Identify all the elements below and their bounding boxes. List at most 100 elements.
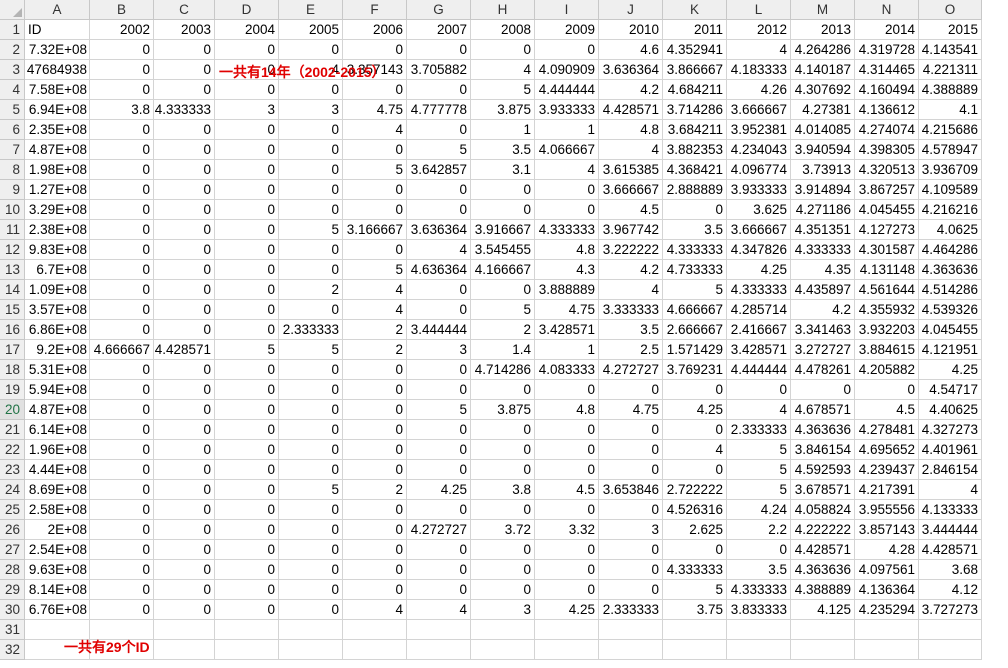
- cell-L25[interactable]: 4.24: [727, 500, 791, 520]
- cell-H16[interactable]: 2: [471, 320, 535, 340]
- cell-D18[interactable]: 0: [215, 360, 279, 380]
- cell-J7[interactable]: 4: [599, 140, 663, 160]
- cell-J21[interactable]: 0: [599, 420, 663, 440]
- cell-O17[interactable]: 4.121951: [919, 340, 982, 360]
- cell-K21[interactable]: 0: [663, 420, 727, 440]
- cell-E13[interactable]: 0: [279, 260, 343, 280]
- cell-M23[interactable]: 4.592593: [791, 460, 855, 480]
- cell-C26[interactable]: 0: [154, 520, 215, 540]
- column-header-C[interactable]: C: [154, 0, 215, 20]
- cell-H10[interactable]: 0: [471, 200, 535, 220]
- cell-D14[interactable]: 0: [215, 280, 279, 300]
- cell-H30[interactable]: 3: [471, 600, 535, 620]
- cell-L20[interactable]: 4: [727, 400, 791, 420]
- cell-E1[interactable]: 2005: [279, 20, 343, 40]
- cell-L3[interactable]: 4.183333: [727, 60, 791, 80]
- cell-G1[interactable]: 2007: [407, 20, 471, 40]
- cell-I22[interactable]: 0: [535, 440, 599, 460]
- cell-I9[interactable]: 0: [535, 180, 599, 200]
- cell-G17[interactable]: 3: [407, 340, 471, 360]
- cell-C4[interactable]: 0: [154, 80, 215, 100]
- cell-I13[interactable]: 4.3: [535, 260, 599, 280]
- cell-N10[interactable]: 4.045455: [855, 200, 919, 220]
- cell-J30[interactable]: 2.333333: [599, 600, 663, 620]
- cell-H32[interactable]: [471, 640, 535, 660]
- cell-H22[interactable]: 0: [471, 440, 535, 460]
- cell-J5[interactable]: 4.428571: [599, 100, 663, 120]
- cell-B20[interactable]: 0: [90, 400, 154, 420]
- row-header-8[interactable]: 8: [0, 160, 25, 180]
- cell-J14[interactable]: 4: [599, 280, 663, 300]
- cell-G16[interactable]: 3.444444: [407, 320, 471, 340]
- row-header-19[interactable]: 19: [0, 380, 25, 400]
- row-header-12[interactable]: 12: [0, 240, 25, 260]
- cell-N8[interactable]: 4.320513: [855, 160, 919, 180]
- cell-F11[interactable]: 3.166667: [343, 220, 407, 240]
- cell-C18[interactable]: 0: [154, 360, 215, 380]
- cell-I30[interactable]: 4.25: [535, 600, 599, 620]
- cell-E12[interactable]: 0: [279, 240, 343, 260]
- cell-I14[interactable]: 3.888889: [535, 280, 599, 300]
- cell-A17[interactable]: 9.2E+08: [25, 340, 90, 360]
- cell-A13[interactable]: 6.7E+08: [25, 260, 90, 280]
- cell-M11[interactable]: 4.351351: [791, 220, 855, 240]
- row-header-20[interactable]: 20: [0, 400, 25, 420]
- cell-A14[interactable]: 1.09E+08: [25, 280, 90, 300]
- cell-N7[interactable]: 4.398305: [855, 140, 919, 160]
- cell-A21[interactable]: 6.14E+08: [25, 420, 90, 440]
- cell-J3[interactable]: 3.636364: [599, 60, 663, 80]
- cell-H28[interactable]: 0: [471, 560, 535, 580]
- cell-E31[interactable]: [279, 620, 343, 640]
- cell-O10[interactable]: 4.216216: [919, 200, 982, 220]
- cell-K2[interactable]: 4.352941: [663, 40, 727, 60]
- cell-C16[interactable]: 0: [154, 320, 215, 340]
- cell-D13[interactable]: 0: [215, 260, 279, 280]
- cell-I29[interactable]: 0: [535, 580, 599, 600]
- cell-K27[interactable]: 0: [663, 540, 727, 560]
- cell-G31[interactable]: [407, 620, 471, 640]
- cell-A25[interactable]: 2.58E+08: [25, 500, 90, 520]
- cell-N23[interactable]: 4.239437: [855, 460, 919, 480]
- cell-N27[interactable]: 4.28: [855, 540, 919, 560]
- cell-B22[interactable]: 0: [90, 440, 154, 460]
- cell-G6[interactable]: 0: [407, 120, 471, 140]
- cell-B5[interactable]: 3.8: [90, 100, 154, 120]
- cell-D12[interactable]: 0: [215, 240, 279, 260]
- cell-M9[interactable]: 3.914894: [791, 180, 855, 200]
- column-header-G[interactable]: G: [407, 0, 471, 20]
- cell-A2[interactable]: 7.32E+08: [25, 40, 90, 60]
- cell-F2[interactable]: 0: [343, 40, 407, 60]
- cell-O7[interactable]: 4.578947: [919, 140, 982, 160]
- cell-E21[interactable]: 0: [279, 420, 343, 440]
- cell-J6[interactable]: 4.8: [599, 120, 663, 140]
- cell-D11[interactable]: 0: [215, 220, 279, 240]
- cell-B1[interactable]: 2002: [90, 20, 154, 40]
- cell-C7[interactable]: 0: [154, 140, 215, 160]
- cell-B21[interactable]: 0: [90, 420, 154, 440]
- cell-B6[interactable]: 0: [90, 120, 154, 140]
- cell-I10[interactable]: 0: [535, 200, 599, 220]
- cell-K4[interactable]: 4.684211: [663, 80, 727, 100]
- cell-C27[interactable]: 0: [154, 540, 215, 560]
- cell-B16[interactable]: 0: [90, 320, 154, 340]
- cell-J31[interactable]: [599, 620, 663, 640]
- cell-K17[interactable]: 1.571429: [663, 340, 727, 360]
- cell-A10[interactable]: 3.29E+08: [25, 200, 90, 220]
- cell-A22[interactable]: 1.96E+08: [25, 440, 90, 460]
- cell-H1[interactable]: 2008: [471, 20, 535, 40]
- cell-H3[interactable]: 4: [471, 60, 535, 80]
- cell-I7[interactable]: 4.066667: [535, 140, 599, 160]
- row-header-27[interactable]: 27: [0, 540, 25, 560]
- cell-B27[interactable]: 0: [90, 540, 154, 560]
- cell-N18[interactable]: 4.205882: [855, 360, 919, 380]
- cell-F23[interactable]: 0: [343, 460, 407, 480]
- cell-G19[interactable]: 0: [407, 380, 471, 400]
- cell-H26[interactable]: 3.72: [471, 520, 535, 540]
- cell-C15[interactable]: 0: [154, 300, 215, 320]
- cell-C5[interactable]: 4.333333: [154, 100, 215, 120]
- cell-I15[interactable]: 4.75: [535, 300, 599, 320]
- cell-L7[interactable]: 4.234043: [727, 140, 791, 160]
- cell-O8[interactable]: 3.936709: [919, 160, 982, 180]
- cell-M18[interactable]: 4.478261: [791, 360, 855, 380]
- cell-N11[interactable]: 4.127273: [855, 220, 919, 240]
